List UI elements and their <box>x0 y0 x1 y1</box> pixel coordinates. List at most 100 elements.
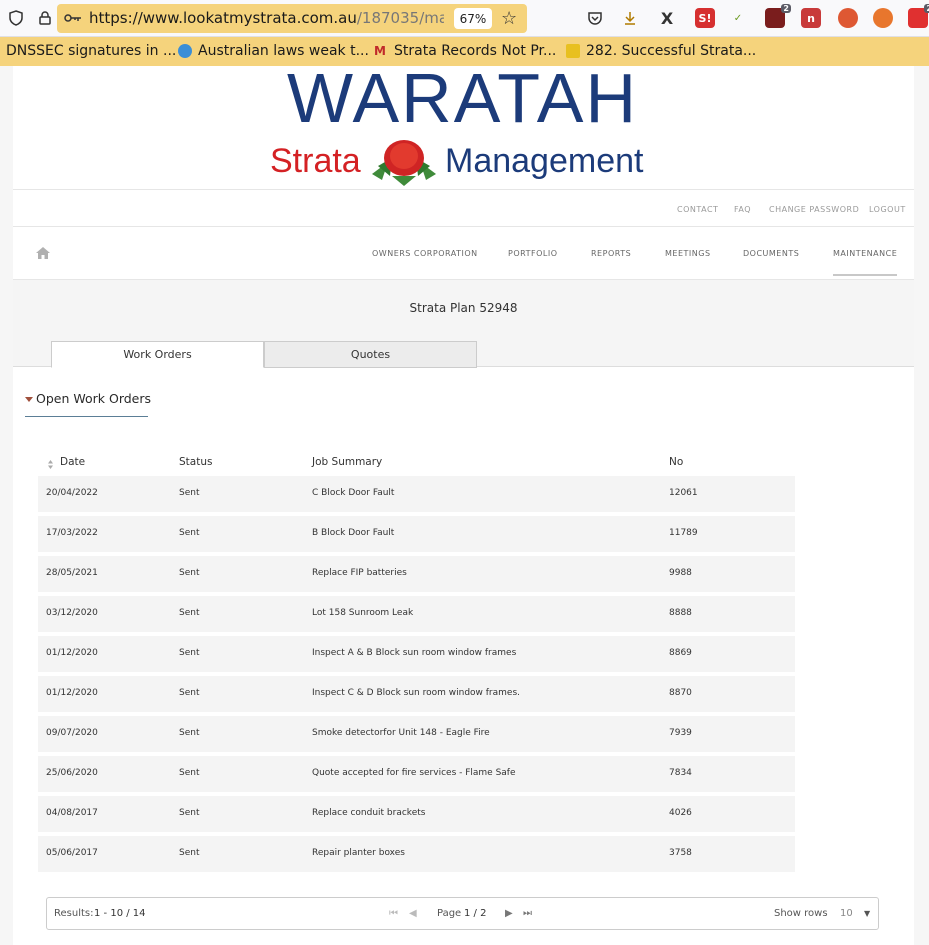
pdf-extension-icon[interactable]: ✓ <box>728 8 748 28</box>
s-extension-icon[interactable]: S! <box>695 8 715 28</box>
tab-quotes[interactable]: Quotes <box>264 341 477 368</box>
company-logo: WARATAH Strata Management <box>270 59 655 189</box>
show-rows-label: Show rows <box>774 908 828 919</box>
cell-status: Sent <box>179 648 200 658</box>
prev-page-icon[interactable]: ◀ <box>409 908 417 919</box>
cell-date: 05/06/2017 <box>46 848 98 858</box>
cell-summary: C Block Door Fault <box>312 488 395 498</box>
last-page-icon[interactable]: ⏭ <box>523 908 532 919</box>
column-header-job-summary[interactable]: Job Summary <box>312 456 382 468</box>
table-row[interactable]: 17/03/2022 Sent B Block Door Fault 11789 <box>38 516 795 552</box>
cell-summary: Smoke detectorfor Unit 148 - Eagle Fire <box>312 728 490 738</box>
cell-status: Sent <box>179 568 200 578</box>
logo-title: WARATAH <box>286 59 638 137</box>
home-icon[interactable] <box>36 247 50 259</box>
cell-date: 04/08/2017 <box>46 808 98 818</box>
bookmark-australian-laws[interactable]: Australian laws weak t... <box>178 43 369 59</box>
url-bar[interactable]: https://www.lookatmystrata.com.au/187035… <box>39 4 527 33</box>
table-row[interactable]: 25/06/2020 Sent Quote accepted for fire se… <box>38 756 795 792</box>
cell-status: Sent <box>179 768 200 778</box>
url-host: https://www.lookatmystrata.com.au <box>89 9 357 27</box>
bookmark-favicon-icon <box>178 44 192 58</box>
nav-portfolio[interactable]: PORTFOLIO <box>508 249 558 258</box>
bookmark-label: Strata Records Not Pr... <box>394 43 557 59</box>
page-value: 1 / 2 <box>464 908 487 919</box>
first-page-icon[interactable]: ⏮ <box>389 908 398 919</box>
chevron-down-icon[interactable]: ▼ <box>864 909 870 918</box>
section-title: Open Work Orders <box>36 391 152 406</box>
x-icon[interactable]: X <box>657 8 677 28</box>
cell-status: Sent <box>179 848 200 858</box>
cell-no: 8870 <box>669 688 692 698</box>
cell-date: 20/04/2022 <box>46 488 98 498</box>
extension-badge: 2 <box>781 4 791 13</box>
orange-ext-icon[interactable] <box>873 8 893 28</box>
shield-extension-icon[interactable]: 2 <box>908 4 929 28</box>
work-orders-table: Date Status Job Summary No 20/04/2022 Sen… <box>38 454 795 876</box>
shield-icon[interactable] <box>6 8 26 28</box>
logo-sub-strata: Strata <box>270 142 361 180</box>
cell-date: 03/12/2020 <box>46 608 98 618</box>
browser-toolbar: https://www.lookatmystrata.com.au/187035… <box>0 0 929 37</box>
table-row[interactable]: 01/12/2020 Sent Inspect C & D Block sun ro… <box>38 676 795 712</box>
cell-summary: Repair planter boxes <box>312 848 405 858</box>
nav-documents[interactable]: DOCUMENTS <box>743 249 799 258</box>
open-work-orders-toggle[interactable]: Open Work Orders <box>25 391 152 417</box>
download-icon[interactable] <box>620 8 640 28</box>
cell-no: 8888 <box>669 608 692 618</box>
cell-no: 7834 <box>669 768 692 778</box>
sort-icon[interactable] <box>48 460 53 469</box>
zoom-level[interactable]: 67% <box>454 8 492 29</box>
cell-no: 7939 <box>669 728 692 738</box>
bookmark-strata-records[interactable]: M Strata Records Not Pr... <box>374 43 556 59</box>
main-nav: OWNERS CORPORATION PORTFOLIO REPORTS MEE… <box>13 227 914 280</box>
cell-summary: Inspect C & D Block sun room window fram… <box>312 688 520 698</box>
table-row[interactable]: 01/12/2020 Sent Inspect A & B Block sun ro… <box>38 636 795 672</box>
table-row[interactable]: 03/12/2020 Sent Lot 158 Sunroom Leak 8888 <box>38 596 795 632</box>
waratah-flower-icon <box>372 140 436 186</box>
url-text[interactable]: https://www.lookatmystrata.com.au/187035… <box>89 9 444 27</box>
contact-link[interactable]: CONTACT <box>677 205 718 214</box>
cell-summary: Replace FIP batteries <box>312 568 407 578</box>
faq-link[interactable]: FAQ <box>734 205 751 214</box>
next-page-icon[interactable]: ▶ <box>505 908 513 919</box>
bookmark-dnssec[interactable]: DNSSEC signatures in ... <box>6 43 176 59</box>
lock-icon[interactable] <box>35 8 55 28</box>
duckduckgo-icon[interactable] <box>838 8 858 28</box>
bookmark-successful-strata[interactable]: 282. Successful Strata... <box>566 43 756 59</box>
bookmark-favicon-icon <box>566 44 580 58</box>
key-icon[interactable] <box>63 8 83 28</box>
results-label: Results: <box>54 908 94 919</box>
nav-meetings[interactable]: MEETINGS <box>665 249 711 258</box>
cell-date: 28/05/2021 <box>46 568 98 578</box>
ublock-icon[interactable]: 2 <box>765 4 791 28</box>
nav-maintenance[interactable]: MAINTENANCE <box>833 249 898 276</box>
table-header: Date Status Job Summary No <box>38 454 795 476</box>
table-row[interactable]: 28/05/2021 Sent Replace FIP batteries 9988 <box>38 556 795 592</box>
logout-link[interactable]: LOGOUT <box>869 205 906 214</box>
table-row[interactable]: 20/04/2022 Sent C Block Door Fault 12061 <box>38 476 795 512</box>
pocket-icon[interactable] <box>585 8 605 28</box>
cell-no: 8869 <box>669 648 692 658</box>
column-header-status[interactable]: Status <box>179 456 212 468</box>
table-row[interactable]: 04/08/2017 Sent Replace conduit brackets 40… <box>38 796 795 832</box>
cell-date: 17/03/2022 <box>46 528 98 538</box>
change-password-link[interactable]: CHANGE PASSWORD <box>769 205 859 214</box>
nav-owners-corporation[interactable]: OWNERS CORPORATION <box>372 249 478 258</box>
table-row[interactable]: 05/06/2017 Sent Repair planter boxes 3758 <box>38 836 795 872</box>
pagination-bar: Results: 1 - 10 / 14 ⏮ ◀ Page 1 / 2 ▶ ⏭ … <box>46 897 879 930</box>
column-header-no[interactable]: No <box>669 456 683 468</box>
cell-status: Sent <box>179 808 200 818</box>
cell-status: Sent <box>179 488 200 498</box>
bookmark-star-icon[interactable]: ☆ <box>501 8 517 29</box>
tab-work-orders[interactable]: Work Orders <box>51 341 264 368</box>
table-row[interactable]: 09/07/2020 Sent Smoke detectorfor Unit 148… <box>38 716 795 752</box>
column-header-date[interactable]: Date <box>60 456 85 468</box>
cell-status: Sent <box>179 728 200 738</box>
nav-reports[interactable]: REPORTS <box>591 249 631 258</box>
n-extension-icon[interactable]: n <box>801 8 821 28</box>
page-title: Strata Plan 52948 <box>409 301 518 315</box>
rows-per-page-select[interactable]: 10 <box>840 908 853 919</box>
results-value: 1 - 10 / 14 <box>94 908 146 919</box>
plan-header: Strata Plan 52948 Work Orders Quotes <box>13 280 914 368</box>
